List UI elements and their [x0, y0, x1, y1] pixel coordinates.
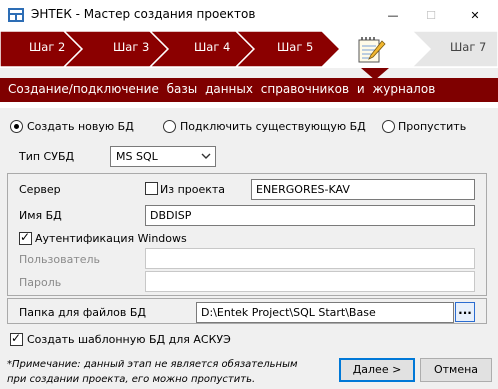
step-banner: Создание/подключение базы данных справоч…: [0, 78, 498, 102]
browse-button[interactable]: ...: [455, 302, 475, 322]
password-label: Пароль: [19, 276, 62, 289]
note-line-1: *Примечание: данный этап не является обя…: [7, 359, 298, 370]
banner-separator: [0, 102, 498, 108]
from-project-label[interactable]: Из проекта: [160, 183, 225, 196]
windows-auth-checkbox[interactable]: [19, 230, 32, 245]
radio-connect-existing-db-label[interactable]: Подключить существующую БД: [180, 120, 366, 133]
minimize-button[interactable]: —: [378, 0, 408, 30]
folder-label: Папка для файлов БД: [19, 306, 147, 319]
wizard-steps: Шаг 2 Шаг 3 Шаг 4 Шаг 5 Шаг 7: [0, 30, 498, 68]
chevron-down-icon: [201, 153, 211, 159]
step-chevrons: [0, 30, 498, 68]
step-7-label: Шаг 7: [450, 40, 487, 54]
dbms-label: Тип СУБД: [19, 150, 75, 163]
window-title: ЭНТЕК - Мастер создания проектов: [31, 7, 256, 21]
server-input[interactable]: ENERGORES-KAV: [251, 179, 475, 200]
radio-create-new-db[interactable]: [10, 120, 23, 133]
radio-skip[interactable]: [382, 120, 395, 133]
user-input[interactable]: [145, 248, 475, 269]
db-name-label: Имя БД: [19, 209, 62, 222]
close-button[interactable]: ✕: [460, 0, 490, 30]
step-4-label: Шаг 4: [194, 40, 231, 54]
next-button[interactable]: Далее >: [339, 358, 415, 382]
note-line-2: при создании проекта, его можно пропусти…: [7, 374, 256, 385]
template-db-label[interactable]: Создать шаблонную БД для АСКУЭ: [27, 333, 231, 346]
step-2-label: Шаг 2: [29, 40, 66, 54]
note-text: *Примечание: данный этап не является обя…: [7, 357, 298, 387]
maximize-button: ☐: [426, 8, 436, 22]
notepad-pencil-icon: [358, 37, 386, 63]
user-label: Пользователь: [19, 253, 101, 266]
cancel-button[interactable]: Отмена: [420, 358, 492, 382]
template-db-checkbox[interactable]: [10, 331, 23, 346]
db-name-input[interactable]: DBDISP: [145, 205, 475, 226]
dbms-select-value: MS SQL: [116, 150, 158, 163]
folder-input[interactable]: D:\Entek Project\SQL Start\Base: [196, 302, 454, 323]
from-project-checkbox[interactable]: [145, 182, 158, 195]
password-input[interactable]: [145, 271, 475, 292]
dbms-select[interactable]: MS SQL: [110, 146, 216, 167]
radio-skip-label[interactable]: Пропустить: [398, 120, 466, 133]
step-3-label: Шаг 3: [113, 40, 150, 54]
radio-create-new-db-label[interactable]: Создать новую БД: [27, 120, 134, 133]
title-bar: ЭНТЕК - Мастер создания проектов — ☐ ✕: [0, 0, 498, 30]
step-5-label: Шаг 5: [277, 40, 314, 54]
server-label: Сервер: [19, 183, 61, 196]
app-icon: [8, 8, 24, 22]
radio-connect-existing-db[interactable]: [163, 120, 176, 133]
windows-auth-label[interactable]: Аутентификация Windows: [35, 232, 187, 245]
